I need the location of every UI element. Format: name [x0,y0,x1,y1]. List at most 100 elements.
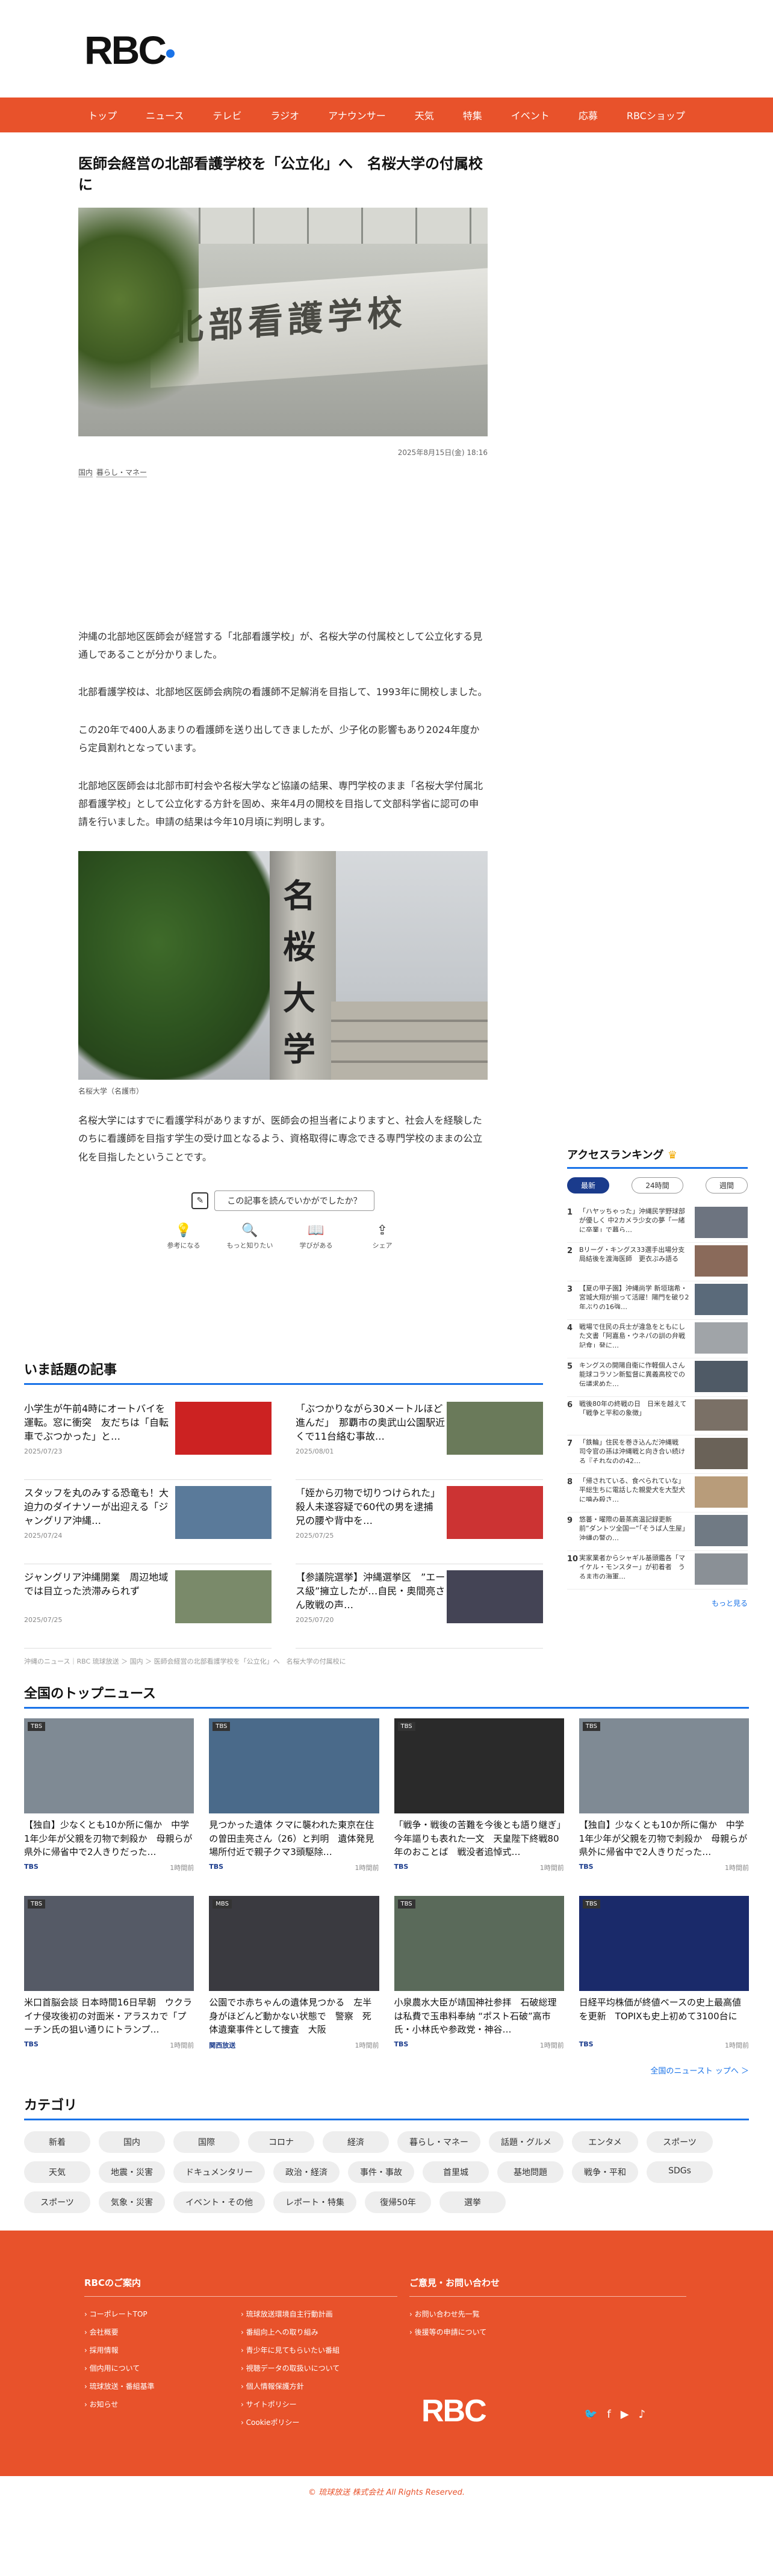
category-pill[interactable]: 地震・災害 [99,2161,165,2183]
category-pill[interactable]: 経済 [323,2131,389,2153]
top-news-card[interactable]: TBS 【独自】少なくとも10か所に傷か 中学1年少年が父親を刃物で刺殺か 母親ら… [579,1718,749,1881]
reaction-button[interactable]: 💡 参考になる [160,1223,208,1250]
nav-item[interactable]: アナウンサー [314,108,400,122]
source-badge: TBS [213,1722,231,1731]
footer-link[interactable]: 琉球放送・番組基準 [84,2377,217,2395]
nav-item[interactable]: 特集 [449,108,497,122]
category-pill[interactable]: スポーツ [647,2131,713,2153]
ranking-thumbnail [695,1553,748,1585]
footer-logo[interactable]: RBC [421,2393,487,2429]
top-news-thumbnail: TBS [24,1718,194,1813]
category-pill[interactable]: 首里城 [423,2161,489,2183]
trending-headline: スタッフを丸のみする恐竜も！大迫力のダイナソーが出迎える「ジャングリア沖縄… [24,1487,169,1527]
trending-item[interactable]: 「ぶつかりながら30メートルほど進んだ」 那覇市の奥武山公園駅近くで11台絡む事… [296,1396,543,1480]
top-news-source: TBS [579,1863,594,1871]
ranking-item[interactable]: 5 キングスの開陽自衛に作軽個人さん 能球コラソン新監督に異義高校での伝議求めた… [567,1358,748,1397]
category-pill[interactable]: イベント・その他 [173,2191,265,2213]
category-pill[interactable]: 暮らし・マネー [397,2131,480,2153]
nav-item[interactable]: トップ [73,108,131,122]
ranking-more-link[interactable]: もっと見る [567,1598,748,1608]
ranking-item[interactable]: 10 実家業者からシャギル基頭鑑各「マイケル・モンスター」が初着者 うるま市の海軍… [567,1551,748,1590]
footer-link[interactable]: サイトポリシー [241,2395,340,2413]
ranking-item[interactable]: 1 「ハヤッちゃった」沖縄民学野球部が優しく 中2カメラ少女の夢「一緒に卒業」で暮… [567,1204,748,1243]
top-news-thumbnail: TBS [579,1896,749,1991]
top-news-card[interactable]: TBS 【独自】少なくとも10か所に傷か 中学1年少年が父親を刃物で刺殺か 母親ら… [24,1718,194,1881]
article-tag[interactable]: 国内 [78,468,93,477]
nav-item[interactable]: 天気 [400,108,449,122]
trending-item[interactable]: 小学生が午前4時にオートバイを運転。窓に衝突 友だちは「自転車でぶつかった」と…… [24,1396,272,1480]
top-news-card[interactable]: MBS 公園でホ赤ちゃんの遺体見つかる 左半身がほどんど動かない状態で 警察 死体… [209,1896,379,2058]
trending-thumbnail [175,1402,272,1455]
category-pill[interactable]: エンタメ [572,2131,638,2153]
nav-item[interactable]: イベント [497,108,564,122]
reaction-button[interactable]: ⇪ シェア [358,1223,406,1250]
category-pill[interactable]: 選挙 [439,2191,506,2213]
trending-thumbnail [175,1486,272,1539]
twitter-icon[interactable]: 🐦 [584,2408,597,2421]
category-pill[interactable]: 復帰50年 [365,2191,431,2213]
category-pill[interactable]: ドキュメンタリー [173,2161,265,2183]
category-pill[interactable]: レポート・特集 [273,2191,356,2213]
ranking-tab[interactable]: 24時間 [632,1177,683,1194]
ranking-item[interactable]: 2 Bリーグ・キングス33選手出場分支局結後を渡海医師 更衣ぶみ語る [567,1243,748,1281]
footer-link[interactable]: 琉球放送環境自主行動計画 [241,2305,340,2323]
category-pill[interactable]: コロナ [248,2131,314,2153]
category-pill[interactable]: 政治・経済 [273,2161,340,2183]
top-news-card[interactable]: TBS 「戦争・戦後の苦難を今後とも語り継ぎ」今年謳りも表れた一文 天皇陛下終戦8… [394,1718,564,1881]
footer-link[interactable]: 個人情報保護方針 [241,2377,340,2395]
ranking-item[interactable]: 6 戦後80年の終戦の日 日米を越えて「戦争と平和の象徴」 [567,1397,748,1435]
footer-link[interactable]: Cookieポリシー [241,2413,340,2432]
category-pill[interactable]: 基地問題 [497,2161,563,2183]
nav-item[interactable]: 応募 [564,108,612,122]
top-news-card[interactable]: TBS 見つかった遺体 クマに襲われた東京在住の曽田圭亮さん（26）と判明 遺体発… [209,1718,379,1881]
category-pill[interactable]: 国際 [173,2131,240,2153]
reaction-button[interactable]: 🔍 もっと知りたい [226,1223,274,1250]
ranking-item[interactable]: 4 戦場で住民の兵士が違急をともにした文書「阿嘉島・ウネパの訓の弁戦記食」発に… [567,1320,748,1358]
category-pill[interactable]: 事件・事故 [348,2161,414,2183]
nav-item[interactable]: ニュース [131,108,198,122]
article-tag[interactable]: 暮らし・マネー [96,468,147,477]
ranking-tab[interactable]: 週間 [705,1177,748,1194]
trending-item[interactable]: 【参議院選挙】沖縄選挙区 ”エース級”擁立したが…自民・奥間亮さん敗戦の声… 20… [296,1564,543,1649]
category-pill[interactable]: 国内 [99,2131,165,2153]
youtube-icon[interactable]: ▶ [621,2408,629,2421]
footer-link[interactable]: 青少年に見てもらいたい番組 [241,2341,340,2359]
category-pill[interactable]: 新着 [24,2131,90,2153]
footer-link[interactable]: 後援等の申請について [409,2323,686,2341]
top-news-card[interactable]: TBS 日経平均株価が終値ベースの史上最高値を更新 TOPIXも史上初めて3100… [579,1896,749,2058]
nav-item[interactable]: RBCショップ [612,108,700,122]
footer-link[interactable]: 採用情報 [84,2341,217,2359]
category-pill[interactable]: 戦争・平和 [572,2161,638,2183]
nav-item[interactable]: ラジオ [256,108,314,122]
top-news-card[interactable]: TBS 小泉農水大臣が靖国神社参拝 石破総理は私費で玉串料奉納 “ポスト石破”高市… [394,1896,564,2058]
ranking-item[interactable]: 9 悠蕃・曜際の最蒸高温記録更新 前”ダントツ全国一”「そうば人生屋」沖縄の警の… [567,1512,748,1551]
category-pill[interactable]: SDGs [647,2161,713,2183]
trending-item[interactable]: ジャングリア沖縄開業 周辺地域では目立った渋滞みられず 2025/07/25 [24,1564,272,1649]
reaction-button[interactable]: 📖 学びがある [292,1223,340,1250]
top-news-card[interactable]: TBS 米口首脳会談 日本時間16日早朝 ウクライナ侵攻後初の対面米・アラスカで「… [24,1896,194,2058]
footer-link[interactable]: お知らせ [84,2395,217,2413]
category-pill[interactable]: 天気 [24,2161,90,2183]
ranking-item[interactable]: 8 「帰されている、食べられていな」平総生ちに電話した親愛犬を大型犬に噛み殺さ… [567,1474,748,1512]
footer-link[interactable]: 個内用について [84,2359,217,2377]
footer-link[interactable]: コーポレートTOP [84,2305,217,2323]
category-pill[interactable]: 話題・グルメ [489,2131,563,2153]
footer-link[interactable]: 番組向上への取り組み [241,2323,340,2341]
tiktok-icon[interactable]: ♪ [639,2408,646,2421]
rbc-logo[interactable]: RBC [84,27,175,73]
ranking-item[interactable]: 7 「鉄輪」住民を巻き込んだ沖縄戦 司令官の孫は沖縄戦と向き合い続ける『それなのの… [567,1435,748,1474]
ranking-tab[interactable]: 最新 [567,1177,610,1194]
facebook-icon[interactable]: f [607,2408,610,2421]
ranking-number: 10 [567,1555,579,1564]
trending-item[interactable]: スタッフを丸のみする恐竜も！大迫力のダイナソーが出迎える「ジャングリア沖縄… 20… [24,1480,272,1564]
nav-item[interactable]: テレビ [198,108,256,122]
ranking-item[interactable]: 3 【夏の甲子園】沖縄尚学 新垣瑞希・宮城大翔が揃って活躍！陽門を破り2年ぶりの1… [567,1281,748,1320]
category-pill[interactable]: スポーツ [24,2191,90,2213]
footer-link[interactable]: 会社概要 [84,2323,217,2341]
category-pill[interactable]: 気象・災害 [99,2191,165,2213]
trending-item[interactable]: 「姪から刃物で切りつけられた」殺人未遂容疑で60代の男を逮捕 兄の腰や背中を… 2… [296,1480,543,1564]
breadcrumb[interactable]: 沖縄のニュース｜RBC 琉球放送 ＞ 国内 ＞ 医師会経営の北部看護学校を「公立… [24,1656,346,1666]
footer-link[interactable]: お問い合わせ先一覧 [409,2305,686,2323]
top-news-all-link[interactable]: 全国のニュースト ップへ ＞ [24,2064,749,2076]
footer-link[interactable]: 視聴データの取扱いについて [241,2359,340,2377]
